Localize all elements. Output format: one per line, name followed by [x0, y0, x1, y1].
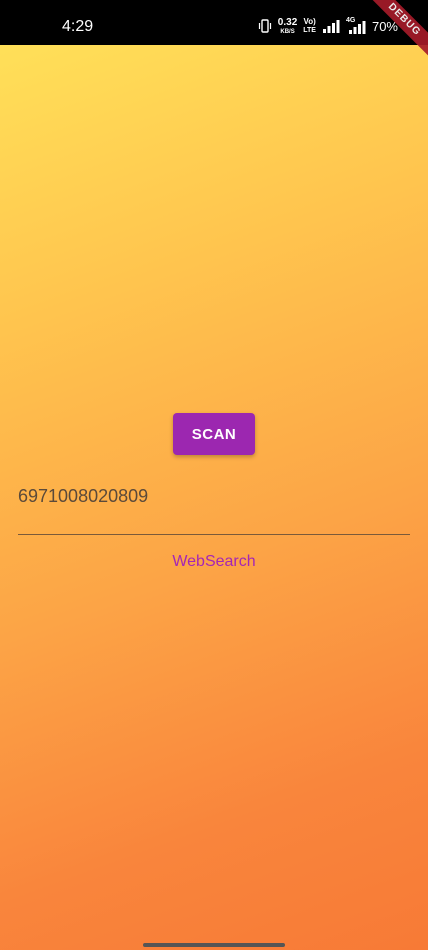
net-speed-unit: KB/S — [280, 28, 295, 35]
net-speed-indicator: 0.32 KB/S — [277, 16, 298, 35]
status-time: 4:29 — [62, 18, 94, 35]
barcode-result-field[interactable]: 6971008020809 — [18, 478, 410, 535]
status-icons: 0.32 KB/S Vo) LTE 4G 70% — [258, 14, 398, 38]
vibrate-icon — [258, 18, 272, 34]
signal-4g-icon: 4G — [345, 17, 366, 34]
volte-top: Vo) — [303, 17, 316, 26]
home-indicator[interactable] — [143, 943, 285, 947]
signal-icon — [322, 19, 340, 33]
status-bar: 4:29 0.32 KB/S Vo) LTE 4G 70% — [0, 0, 428, 45]
app-screen: 4:29 0.32 KB/S Vo) LTE 4G 70% DEBUG SCAN… — [0, 0, 428, 950]
volte-indicator: Vo) LTE — [303, 17, 316, 35]
volte-bottom: LTE — [303, 27, 316, 34]
network-type-label: 4G — [345, 17, 356, 24]
net-speed-value: 0.32 — [277, 16, 298, 28]
scan-button[interactable]: SCAN — [173, 413, 255, 455]
barcode-result-value: 6971008020809 — [18, 486, 149, 506]
websearch-button[interactable]: WebSearch — [160, 548, 268, 576]
